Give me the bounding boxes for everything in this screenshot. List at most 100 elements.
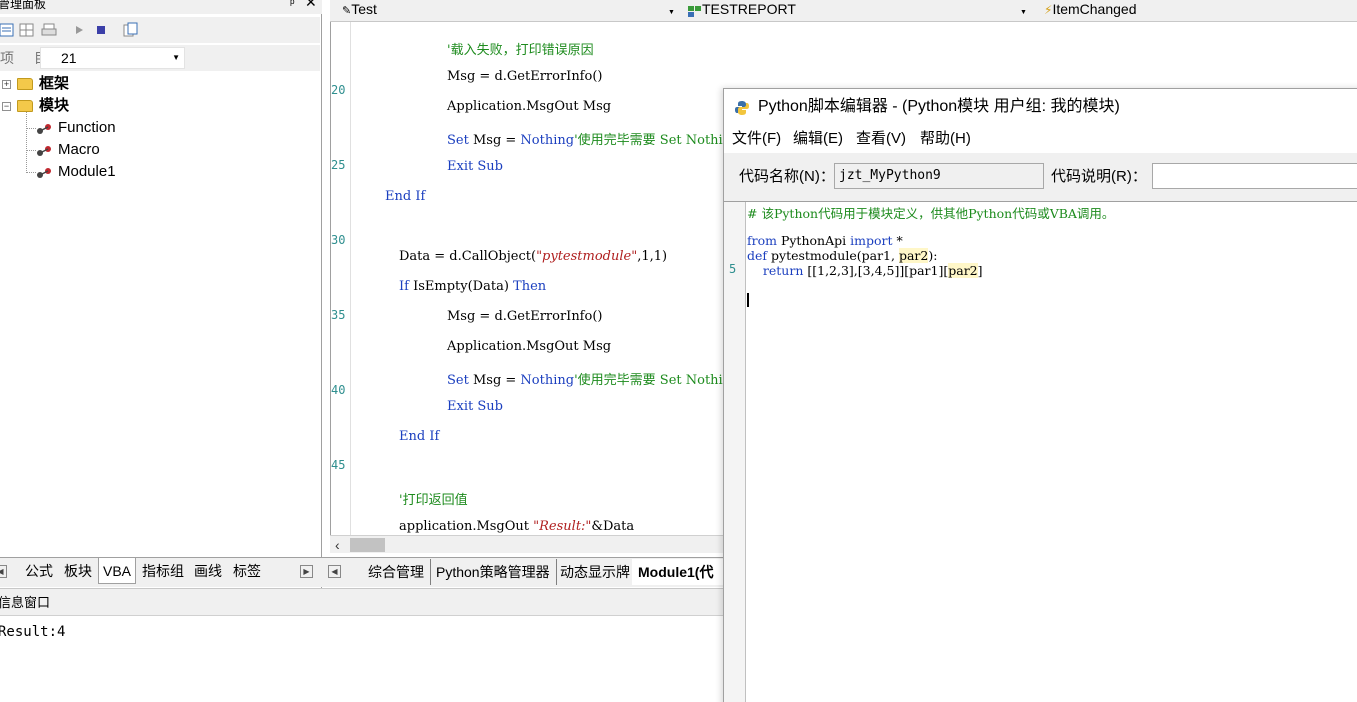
line-number: 40 [331,383,346,397]
run-icon[interactable] [70,21,88,39]
python-logo-icon [735,101,749,115]
text-caret [747,293,749,307]
code-token: ): [928,248,938,263]
vba-code-editor[interactable]: 20 25 30 35 40 45 '载入失败，打印错误原因 Msg = d.GetErro… [330,22,724,535]
doc-tab-python-strategy[interactable]: Python策略管理器 [430,559,557,585]
tree-connector [26,128,36,129]
tab-sector[interactable]: 板块 [60,558,96,584]
module-icon [36,143,52,157]
code-line: Application.MsgOut Msg [447,99,611,114]
pin-icon[interactable]: ᵖ [290,0,295,9]
tree-connector [26,172,36,173]
panel-title: 管理面板 [0,0,47,11]
object-combo[interactable]: ✎Test ▼ [342,0,677,20]
code-line: '载入失败，打印错误原因 [447,39,594,58]
copy-icon[interactable] [121,21,139,39]
code-description-label: 代码说明(R)： [1051,168,1147,185]
code-token: pytestmodule(par1, [767,248,899,263]
tab-indicator-group[interactable]: 指标组 [138,558,188,584]
event-combo[interactable]: ⚡ItemChanged [1044,0,1354,20]
tree-node-module1[interactable]: Module1 [36,161,116,183]
line-number: 25 [331,158,346,172]
code-line: End If [399,429,439,444]
tab-drawing[interactable]: 画线 [190,558,226,584]
python-code-line: return [[1,2,3],[3,4,5]][par1][par2] [747,263,983,278]
tree-node-label: 框架 [39,75,70,92]
tree-node-label: Function [58,119,116,136]
document-tabs: ◀ 综合管理 Python策略管理器 动态显示牌 Module1(代码 [322,557,724,606]
code-token: Msg = [468,133,521,148]
doc-tab-dynamic-display[interactable]: 动态显示牌 [554,559,637,585]
grid-icon[interactable] [18,21,36,39]
code-description-input[interactable] [1152,163,1357,189]
management-panel: 管理面板 ᵖ ✕ 项 目 21 ▼ + 框架 − 模块 Function Mac… [0,0,322,588]
project-row: 项 目 21 ▼ [0,45,320,71]
python-editor-dialog: Python脚本编辑器 - (Python模块 用户组: 我的模块) 文件(F)… [723,88,1357,702]
collapse-icon[interactable]: − [2,101,11,111]
doc-tab-module1[interactable]: Module1(代码 [632,559,724,606]
code-line: Exit Sub [447,399,503,414]
code-token: End If [385,189,426,204]
tab-scroll-left-icon[interactable]: ◀ [0,565,7,578]
code-line: application.MsgOut "Result:"&Data [399,519,634,534]
project-tree: + 框架 − 模块 Function Macro Module1 [0,72,320,554]
python-editor-title: Python脚本编辑器 - (Python模块 用户组: 我的模块) [758,98,1120,115]
tree-node-label: Macro [58,141,100,158]
tree-node-modules[interactable]: − 模块 [2,95,69,117]
python-line-gutter: 5 [724,202,746,702]
python-code-editor[interactable]: 5 # 该Python代码用于模块定义，供其他Python代码或VBA调用。 fr… [724,201,1357,702]
class-combo[interactable]: TESTREPORT ▼ [688,0,1028,20]
code-token: Set [447,373,469,388]
close-icon[interactable]: ✕ [305,0,317,9]
menu-edit[interactable]: 编辑(E) [793,125,843,153]
tree-node-macro[interactable]: Macro [36,139,100,161]
tab-formula[interactable]: 公式 [21,558,57,584]
horizontal-scrollbar[interactable]: ‹ [330,535,724,553]
code-line: Set Msg = Nothing'使用完毕需要 Set Nothi [447,369,723,388]
code-token: Nothing [520,133,575,148]
code-line: Msg = d.GetErrorInfo() [447,309,602,324]
folder-open-icon [17,100,33,113]
tree-node-framework[interactable]: + 框架 [2,73,69,95]
module-icon [36,121,52,135]
code-name-label: 代码名称(N)： [739,168,835,185]
menu-file[interactable]: 文件(F) [732,125,781,153]
python-code-line: def pytestmodule(par1, par2): [747,248,937,263]
tree-connector [26,150,36,151]
menu-help[interactable]: 帮助(H) [920,125,971,153]
tab-scroll-right-icon[interactable]: ▶ [300,565,313,578]
panel-toolbar [0,17,320,43]
code-token: # 该Python代码用于模块定义，供其他Python代码或VBA调用。 [747,206,1115,221]
code-line: Set Msg = Nothing'使用完毕需要 Set Nothi [447,129,723,148]
line-number: 45 [331,458,346,472]
stop-icon[interactable] [92,21,110,39]
chevron-down-icon: ▼ [1020,9,1027,16]
code-token: application.MsgOut [399,519,534,534]
expand-icon[interactable]: + [2,79,11,89]
scrollbar-thumb[interactable] [350,538,385,552]
line-number: 20 [331,83,346,97]
code-name-input[interactable]: jzt_MyPython9 [834,163,1044,189]
code-token: [[1,2,3],[3,4,5]][par1][ [803,263,949,278]
code-token: Exit Sub [447,399,503,414]
tab-vba[interactable]: VBA [98,558,137,584]
scroll-left-icon[interactable]: ‹ [335,537,340,553]
code-line: Application.MsgOut Msg [447,339,611,354]
module-icon [36,165,52,179]
doc-tab-scroll-left-icon[interactable]: ◀ [328,565,341,578]
tree-node-function[interactable]: Function [36,117,116,139]
print-icon[interactable] [40,21,58,39]
properties-icon[interactable] [0,21,16,39]
python-editor-titlebar: Python脚本编辑器 - (Python模块 用户组: 我的模块) [724,89,1357,125]
tab-tags[interactable]: 标签 [229,558,265,584]
doc-tab-general[interactable]: 综合管理 [362,559,431,585]
menu-view[interactable]: 查看(V) [856,125,906,153]
code-token: PythonApi [776,233,851,248]
line-number: 5 [729,262,737,276]
code-token: * [892,233,903,248]
code-token: Msg = d.GetErrorInfo() [447,309,603,324]
code-token: par2 [898,248,929,263]
code-token: Msg = [468,373,521,388]
project-select[interactable]: 21 ▼ [40,47,185,69]
left-panel-tabs: ◀ 公式 板块 VBA 指标组 画线 标签 ▶ [0,557,322,587]
